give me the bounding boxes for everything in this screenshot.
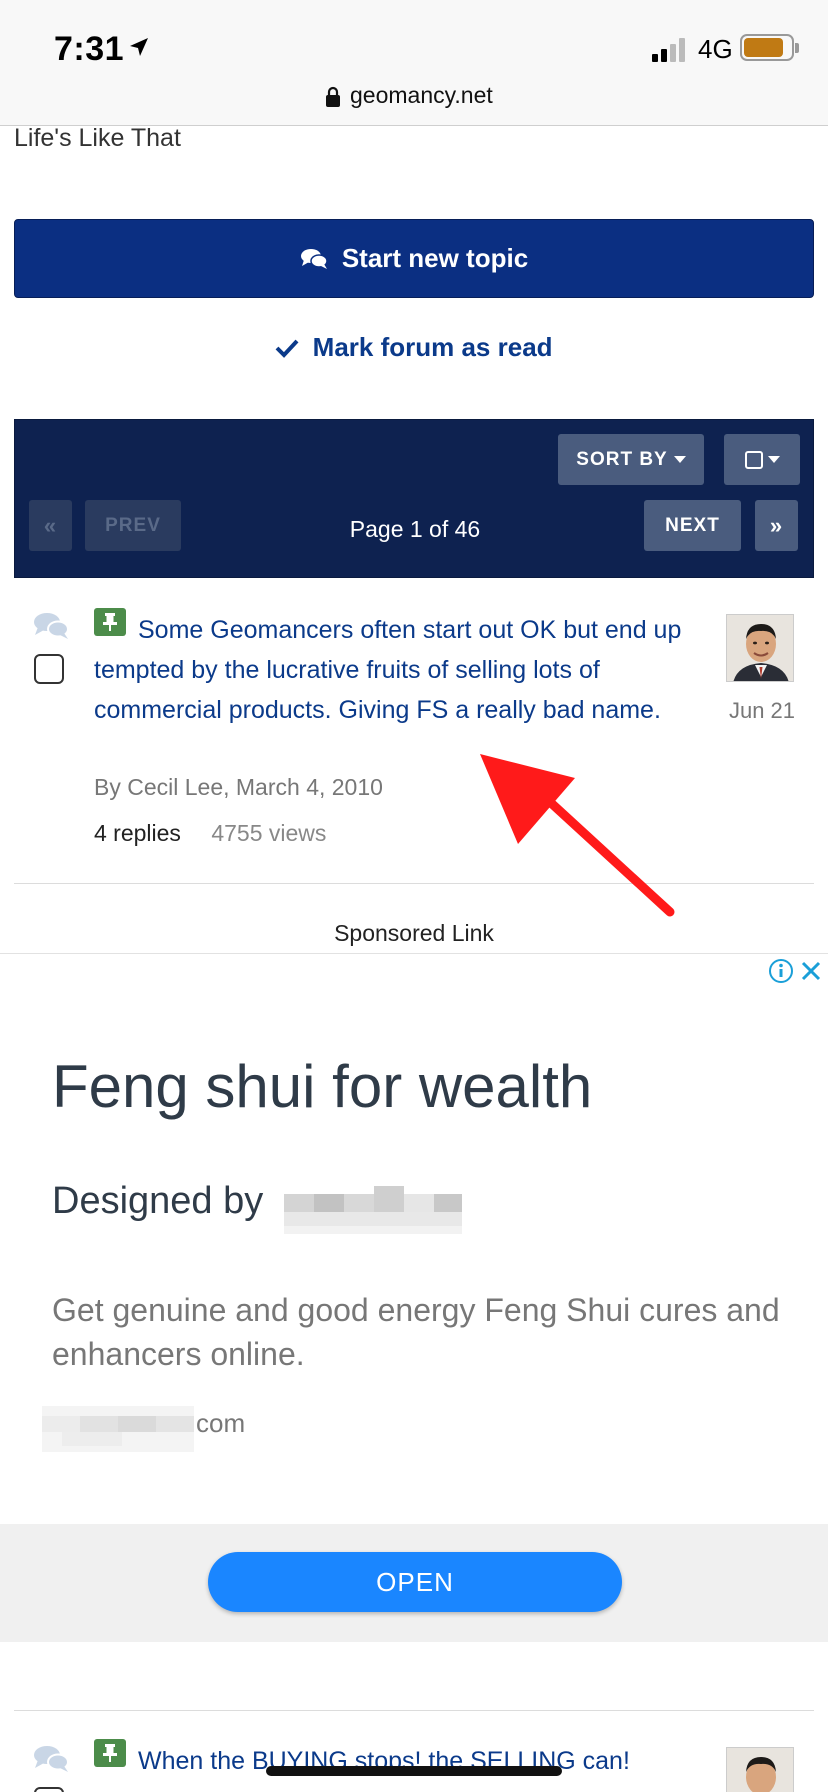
status-bar: 7:31 4G [0,0,828,80]
ad-domain: com [196,1408,246,1438]
caret-down-icon [673,456,686,463]
location-arrow-icon [130,38,148,56]
battery-icon [740,34,794,61]
sort-by-button[interactable]: SORT BY [558,434,704,485]
next-page-button[interactable]: NEXT [644,500,741,551]
select-topics-button[interactable] [724,434,800,485]
first-page-button[interactable]: « [29,500,72,551]
network-type: 4G [698,34,733,64]
home-indicator[interactable] [266,1766,562,1776]
forum-description: Life's Like That [14,124,181,152]
topic-select-checkbox[interactable] [34,1787,64,1792]
prev-page-button[interactable]: PREV [85,500,181,551]
ad-body-text: Get genuine and good energy Feng Shui cu… [52,1292,780,1372]
ad-subheadline: Designed by [52,1180,264,1222]
checkmark-icon [275,334,299,365]
ad-open-button[interactable]: OPEN [208,1552,622,1612]
start-new-topic-label: Start new topic [341,243,529,273]
reply-count: 4 replies [94,820,181,846]
pin-icon [103,1744,117,1762]
page-indicator: Page 1 of 46 [349,516,481,542]
redacted-text-block [284,1186,462,1234]
redacted-domain-block [42,1406,194,1452]
avatar[interactable] [726,614,794,682]
pin-icon [103,613,117,631]
comments-icon [34,1746,69,1772]
mark-forum-read-link[interactable]: Mark forum as read [0,332,828,365]
close-icon[interactable] [798,958,824,984]
checkbox-icon [744,450,763,469]
topic-title-link[interactable]: Some Geomancers often start out OK but e… [94,610,706,730]
caret-down-icon [767,456,780,463]
last-post-date: Jun 21 [728,698,796,723]
info-icon[interactable] [768,958,794,984]
page: 7:31 4G geomancy.net Life's Like That St… [0,0,828,1792]
sort-by-label: SORT BY [576,448,668,470]
comments-icon [34,613,69,639]
clock-time: 7:31 [54,30,125,68]
topic-author-meta: By Cecil Lee, March 4, 2010 [94,774,383,800]
topic-select-checkbox[interactable] [34,654,64,684]
comments-icon [300,248,328,270]
annotation-arrow-icon [480,754,675,917]
battery-nub [795,43,799,53]
url-domain[interactable]: geomancy.net [350,82,493,109]
ad-headline: Feng shui for wealth [52,1053,593,1120]
url-bar[interactable]: geomancy.net [0,80,828,126]
cellular-signal-icon [652,38,685,62]
mark-forum-read-label: Mark forum as read [312,332,553,362]
last-page-button[interactable]: » [755,500,798,551]
sponsored-label: Sponsored Link [334,920,494,946]
view-count: 4755 views [211,820,327,846]
lock-icon [326,86,340,107]
topic-row[interactable]: When the BUYING stops! the SELLING can! [14,1710,814,1792]
battery-level [744,38,783,57]
ad-banner[interactable]: Feng shui for wealth Designed by Get gen… [0,953,828,1642]
pinned-badge [94,1739,126,1767]
pagination-bar: SORT BY « PREV Page 1 of 46 NEXT » [14,419,814,578]
start-new-topic-button[interactable]: Start new topic [14,219,814,298]
topic-row[interactable]: Some Geomancers often start out OK but e… [14,604,814,884]
topic-stats: 4 replies 4755 views [94,820,326,847]
avatar[interactable] [726,1747,794,1792]
pinned-badge [94,608,126,636]
